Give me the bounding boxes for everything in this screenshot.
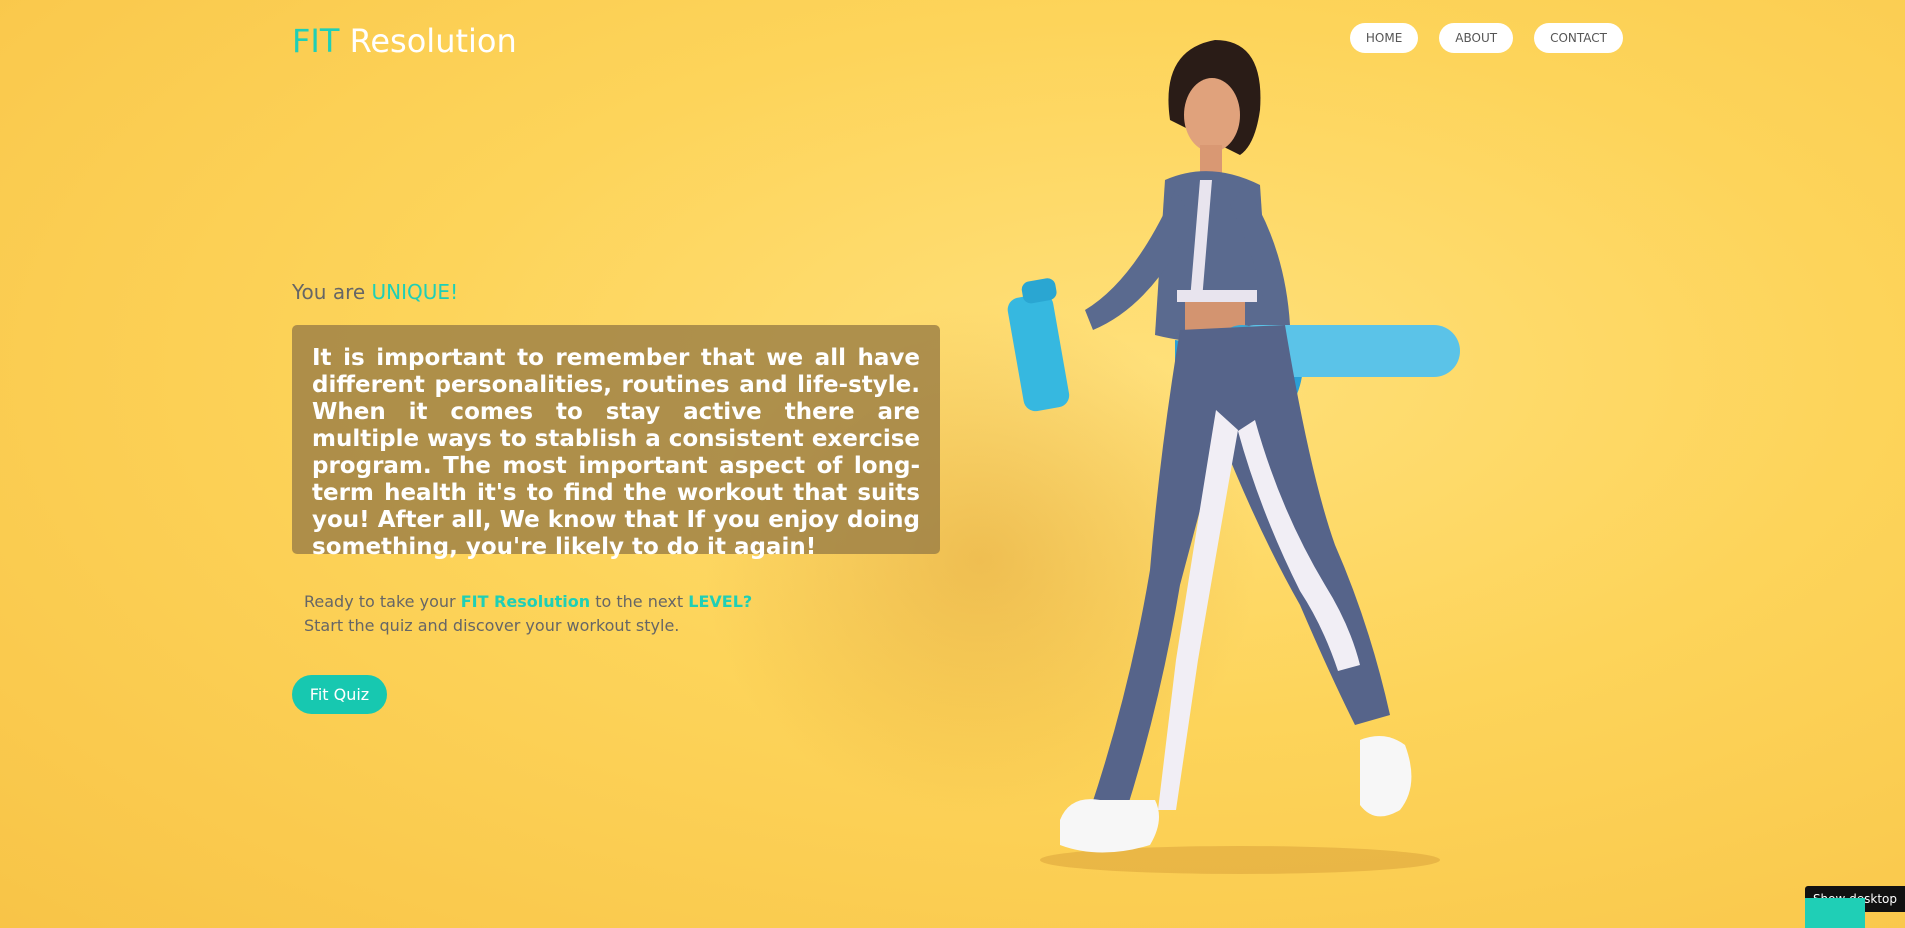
cta-text-a: Ready to take your [304,592,456,611]
tagline-accent: UNIQUE! [371,280,459,304]
cta-text-b: to the next [595,592,684,611]
fit-quiz-button[interactable]: Fit Quiz [292,675,387,714]
intro-card: It is important to remember that we all … [292,325,940,560]
intro-text: It is important to remember that we all … [312,345,920,560]
cta-line-2: Start the quiz and discover your workout… [304,616,680,635]
tagline-prefix: You are [292,280,366,304]
logo-text: Resolution [349,22,517,60]
cta-brand: FIT Resolution [460,592,591,611]
corner-accent [1805,898,1865,928]
nav-contact-button[interactable]: CONTACT [1534,23,1623,53]
cta-line-1: Ready to take your FIT Resolution to the… [304,592,752,611]
logo-accent: FIT [292,22,340,60]
hero-tagline: You are UNIQUE! [292,280,458,304]
cta-accent: LEVEL? [688,592,753,611]
site-logo[interactable]: FIT Resolution [292,22,517,60]
athlete-illustration [1007,40,1460,874]
